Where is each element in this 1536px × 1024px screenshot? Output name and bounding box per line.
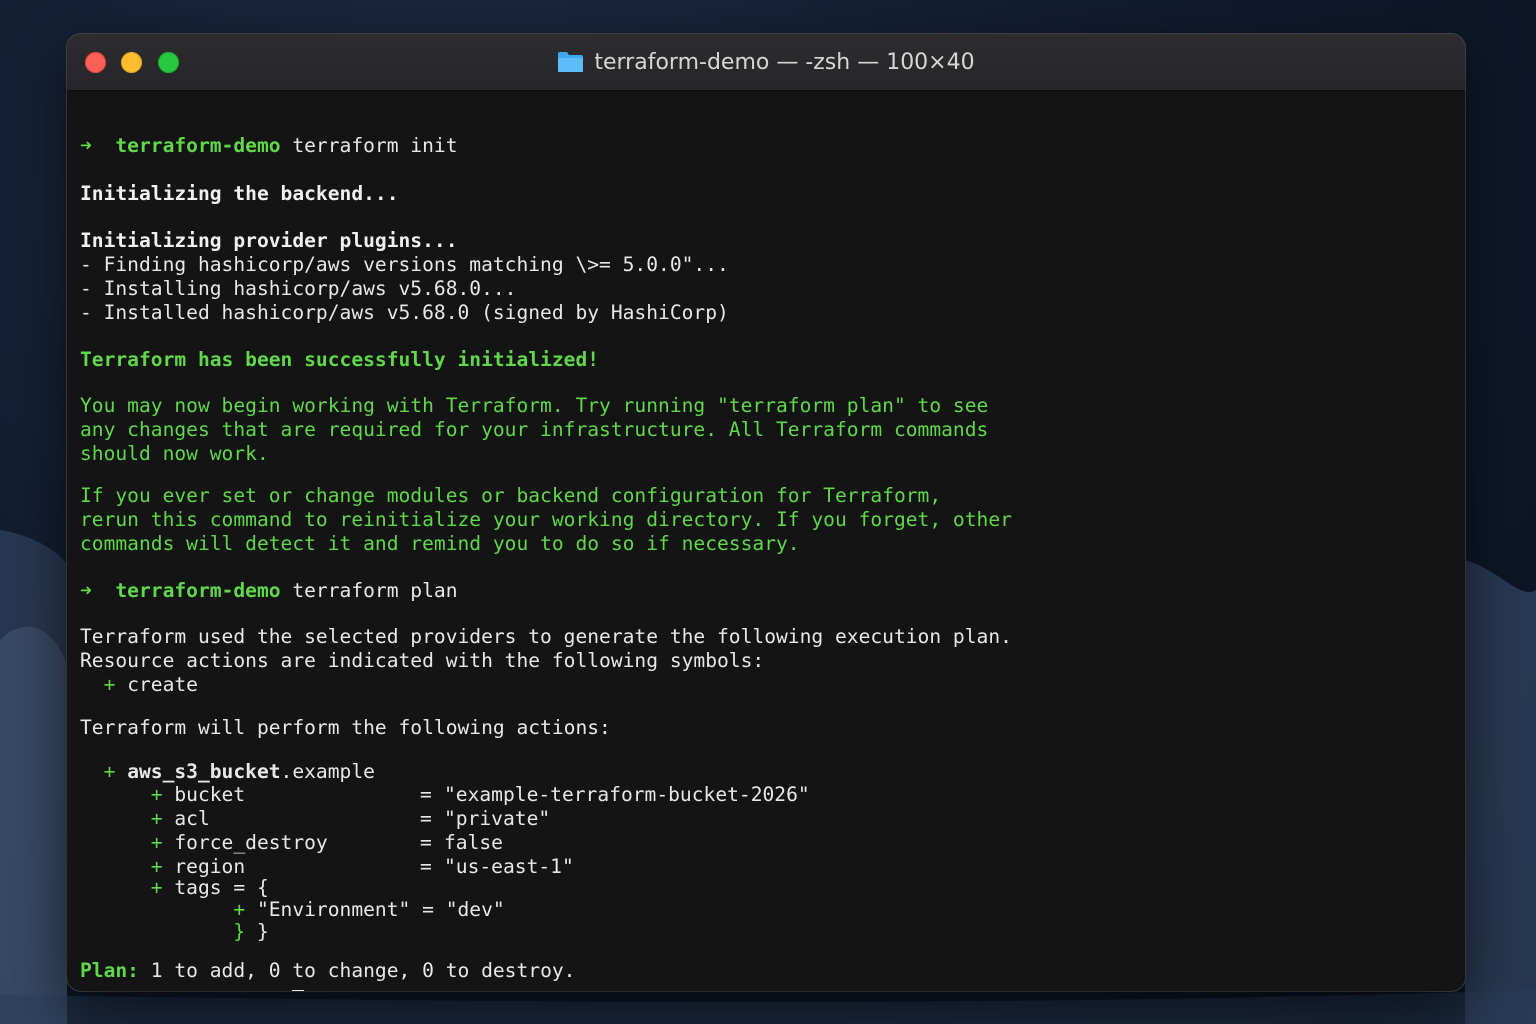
plus-symbol: + <box>233 898 246 921</box>
tags-close: } <box>245 920 269 943</box>
window-title: terraform-demo — -zsh — 100×40 <box>594 49 975 75</box>
plus-symbol: + <box>150 831 163 854</box>
text-cursor <box>292 990 305 991</box>
output-line: - Installed hashicorp/aws v5.68.0 (signe… <box>80 301 729 324</box>
plan-label: Plan: <box>80 959 139 982</box>
attribute-eq: = <box>420 855 444 878</box>
resource-header: + aws_s3_bucket.example <box>80 760 375 784</box>
output-line: Initializing the backend... <box>80 182 399 205</box>
attribute-line: + acl = "private" <box>80 807 550 831</box>
attribute-line: + force_destroy = false <box>80 831 503 855</box>
attribute-value: "private" <box>444 807 551 830</box>
output-line: Initializing provider plugins... <box>80 229 458 252</box>
output-line: Terraform used the selected providers to… <box>80 625 1012 648</box>
plus-symbol: + <box>150 855 163 878</box>
plan-summary-line: Plan: 1 to add, 0 to change, 0 to destro… <box>80 959 575 983</box>
folder-icon <box>558 52 584 72</box>
title-bar[interactable]: terraform-demo — -zsh — 100×40 <box>67 34 1465 91</box>
plus-symbol: + <box>150 783 163 806</box>
attribute-key: region <box>174 855 246 878</box>
resource-name: .example <box>280 760 375 783</box>
plus-symbol: + <box>150 876 163 899</box>
attribute-eq: = <box>420 807 444 830</box>
attribute-key: force_destroy <box>174 831 328 854</box>
tags-open: tags = { <box>174 876 269 899</box>
plus-symbol: + <box>150 807 163 830</box>
attribute-value: "us-east-1" <box>444 855 574 878</box>
output-line: any changes that are required for your i… <box>80 418 989 441</box>
prompt-line-init: ➜ terraform-demo terraform init <box>80 134 458 158</box>
output-line: Resource actions are indicated with the … <box>80 649 765 672</box>
attribute-key: bucket <box>174 783 246 806</box>
command-text: terraform plan <box>292 579 458 602</box>
prompt-arrow: ➜ <box>80 579 92 602</box>
prompt-dir: terraform-demo <box>115 134 281 157</box>
plus-symbol: + <box>103 673 116 696</box>
resource-type: aws_s3_bucket <box>127 760 281 783</box>
output-line: - Installing hashicorp/aws v5.68.0... <box>80 277 517 300</box>
output-line: rerun this command to reinitialize your … <box>80 508 1012 531</box>
tag-entry: "Environment" = "dev" <box>256 898 505 921</box>
plus-symbol: + <box>103 760 116 783</box>
prompt-line-plan: ➜ terraform-demo terraform plan <box>80 579 458 603</box>
output-line: - Finding hashicorp/aws versions matchin… <box>80 253 729 276</box>
attribute-line: + bucket = "example-terraform-bucket-2026… <box>80 783 810 807</box>
attribute-value: "example-terraform-bucket-2026" <box>444 783 810 806</box>
output-line: commands will detect it and remind you t… <box>80 532 800 555</box>
command-text: terraform init <box>292 134 458 157</box>
tag-close-brace: } <box>233 920 246 943</box>
success-message: Terraform has been successfully initiali… <box>80 348 600 371</box>
tags-close-line: } } <box>80 920 269 944</box>
output-line: should now work. <box>80 442 269 465</box>
tags-open-line: + tags = { <box>80 876 269 900</box>
plan-summary: 1 to add, 0 to change, 0 to destroy. <box>138 959 576 982</box>
tag-entry-line: + "Environment" = "dev" <box>80 898 505 922</box>
attribute-eq: = <box>420 831 444 854</box>
prompt-dir: terraform-demo <box>115 579 281 602</box>
output-line: If you ever set or change modules or bac… <box>80 484 942 507</box>
prompt-line-current[interactable]: ➜ terraform-demo <box>80 990 305 991</box>
attribute-eq: = <box>420 783 444 806</box>
output-line: Terraform will perform the following act… <box>80 716 611 739</box>
create-label: create <box>127 673 198 696</box>
symbol-legend: + create <box>80 673 198 697</box>
prompt-arrow: ➜ <box>80 134 92 157</box>
terminal-output[interactable]: ➜ terraform-demo terraform init Initiali… <box>80 90 1452 991</box>
terminal-window[interactable]: terraform-demo — -zsh — 100×40 ➜ terrafo… <box>67 34 1465 991</box>
attribute-value: false <box>444 831 503 854</box>
attribute-key: acl <box>174 807 210 830</box>
output-line: You may now begin working with Terraform… <box>80 394 989 417</box>
